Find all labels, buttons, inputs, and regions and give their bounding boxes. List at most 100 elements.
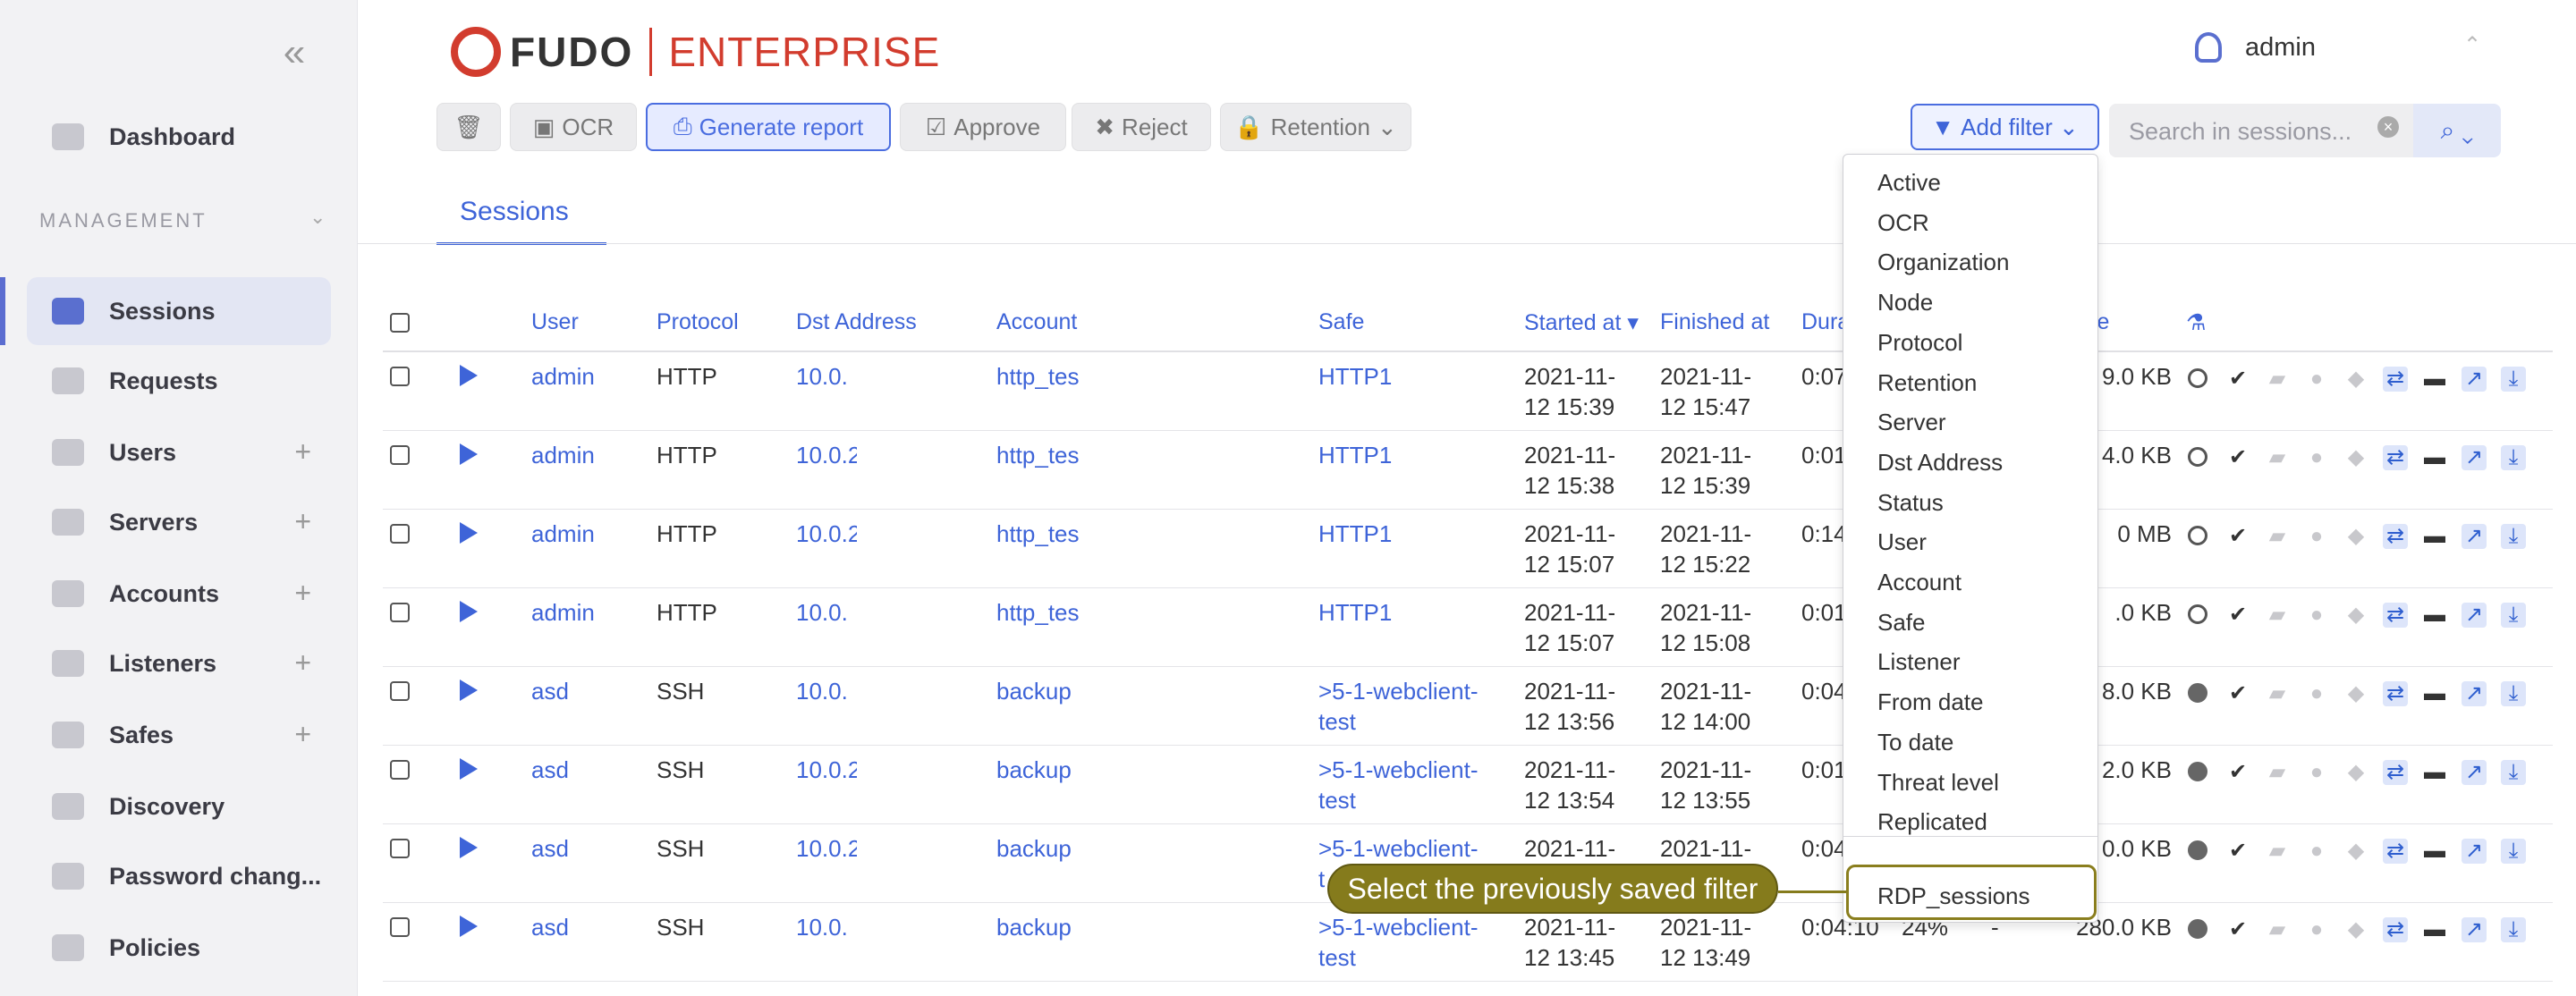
cell-dst-address[interactable]: 10.0.2 (796, 519, 857, 549)
share-icon[interactable]: ↗ (2462, 367, 2487, 392)
col-account[interactable]: Account (996, 309, 1077, 335)
download-icon[interactable]: ⤓ (2501, 839, 2526, 864)
filter-option-account[interactable]: Account (1877, 569, 1962, 596)
add-server-icon[interactable]: + (294, 507, 311, 536)
row-checkbox[interactable] (390, 603, 410, 622)
cell-account[interactable]: backup (996, 676, 1080, 706)
filter-option-listener[interactable]: Listener (1877, 648, 1961, 676)
row-checkbox[interactable] (390, 445, 410, 465)
folder-icon[interactable]: ▬ (2422, 524, 2447, 549)
col-finished-at[interactable]: Finished at (1660, 309, 1769, 335)
lock-icon[interactable]: ▰ (2265, 760, 2290, 785)
cell-account[interactable]: backup (996, 912, 1080, 942)
tag-icon[interactable]: ◆ (2343, 603, 2368, 628)
swap-icon[interactable]: ⇄ (2383, 839, 2408, 864)
filter-option-status[interactable]: Status (1877, 489, 1944, 517)
cell-user[interactable]: admin (531, 440, 595, 470)
comment-icon[interactable]: ● (2304, 760, 2329, 785)
add-safe-icon[interactable]: + (294, 720, 311, 748)
lock-icon[interactable]: ▰ (2265, 917, 2290, 942)
folder-icon[interactable]: ▬ (2422, 603, 2447, 628)
cell-safe[interactable]: HTTP1 (1318, 440, 1533, 470)
check-icon[interactable]: ✔ (2225, 760, 2250, 785)
row-checkbox[interactable] (390, 917, 410, 937)
play-icon[interactable] (460, 522, 478, 544)
sidebar-item-password-changers[interactable]: Password chang... (27, 842, 331, 910)
lock-icon[interactable]: ▰ (2265, 524, 2290, 549)
cell-dst-address[interactable]: 10.0.2 (796, 440, 857, 470)
play-icon[interactable] (460, 758, 478, 780)
comment-icon[interactable]: ● (2304, 524, 2329, 549)
swap-icon[interactable]: ⇄ (2383, 760, 2408, 785)
cell-safe[interactable]: >5-1-webclient-test (1318, 755, 1533, 815)
comment-icon[interactable]: ● (2304, 681, 2329, 706)
sidebar-item-safes[interactable]: Safes + (27, 701, 331, 769)
add-listener-icon[interactable]: + (294, 648, 311, 677)
lock-icon[interactable]: ▰ (2265, 681, 2290, 706)
share-icon[interactable]: ↗ (2462, 760, 2487, 785)
folder-icon[interactable]: ▬ (2422, 917, 2447, 942)
search-button[interactable]: ⌕ ⌄ (2413, 104, 2501, 157)
col-protocol[interactable]: Protocol (657, 309, 739, 335)
swap-icon[interactable]: ⇄ (2383, 367, 2408, 392)
play-icon[interactable] (460, 365, 478, 386)
cell-user[interactable]: asd (531, 755, 569, 785)
col-user[interactable]: User (531, 309, 579, 335)
cell-safe[interactable]: >5-1-webclient-test (1318, 912, 1533, 973)
check-icon[interactable]: ✔ (2225, 524, 2250, 549)
play-icon[interactable] (460, 837, 478, 858)
filter-option-organization[interactable]: Organization (1877, 249, 2009, 276)
approve-button[interactable]: ☑ Approve (900, 103, 1066, 151)
row-checkbox[interactable] (390, 760, 410, 780)
ocr-button[interactable]: ▣ OCR (510, 103, 637, 151)
saved-filter-rdp-sessions[interactable]: RDP_sessions (1877, 882, 2030, 910)
tag-icon[interactable]: ◆ (2343, 760, 2368, 785)
folder-icon[interactable]: ▬ (2422, 445, 2447, 470)
tag-icon[interactable]: ◆ (2343, 445, 2368, 470)
add-account-icon[interactable]: + (294, 578, 311, 607)
cell-safe[interactable]: HTTP1 (1318, 597, 1533, 628)
cell-user[interactable]: asd (531, 676, 569, 706)
play-icon[interactable] (460, 916, 478, 937)
tag-icon[interactable]: ◆ (2343, 367, 2368, 392)
search-input[interactable]: Search in sessions... × (2109, 104, 2413, 157)
cell-user[interactable]: admin (531, 597, 595, 628)
comment-icon[interactable]: ● (2304, 367, 2329, 392)
swap-icon[interactable]: ⇄ (2383, 445, 2408, 470)
row-checkbox[interactable] (390, 367, 410, 386)
row-checkbox[interactable] (390, 524, 410, 544)
row-checkbox[interactable] (390, 839, 410, 858)
play-icon[interactable] (460, 443, 478, 465)
tag-icon[interactable]: ◆ (2343, 839, 2368, 864)
check-icon[interactable]: ✔ (2225, 445, 2250, 470)
generate-report-button[interactable]: ⎙ Generate report (646, 103, 891, 151)
sidebar-item-requests[interactable]: Requests (27, 347, 331, 415)
folder-icon[interactable]: ▬ (2422, 760, 2447, 785)
cell-user[interactable]: asd (531, 912, 569, 942)
folder-icon[interactable]: ▬ (2422, 681, 2447, 706)
cell-dst-address[interactable]: 10.0. (796, 597, 857, 628)
col-started-at[interactable]: Started at ▾ (1524, 309, 1639, 336)
cell-account[interactable]: http_tes (996, 361, 1080, 392)
cell-safe[interactable]: HTTP1 (1318, 361, 1533, 392)
clear-icon[interactable]: × (2377, 116, 2399, 138)
cell-account[interactable]: http_tes (996, 440, 1080, 470)
comment-icon[interactable]: ● (2304, 445, 2329, 470)
sidebar-item-sessions[interactable]: Sessions (27, 277, 331, 345)
lock-icon[interactable]: ▰ (2265, 367, 2290, 392)
swap-icon[interactable]: ⇄ (2383, 917, 2408, 942)
add-filter-button[interactable]: ▼ Add filter ⌄ (1911, 104, 2099, 150)
filter-option-user[interactable]: User (1877, 528, 1927, 556)
share-icon[interactable]: ↗ (2462, 445, 2487, 470)
filter-option-from-date[interactable]: From date (1877, 688, 1984, 716)
filter-option-threat-level[interactable]: Threat level (1877, 769, 1999, 797)
download-icon[interactable]: ⤓ (2501, 917, 2526, 942)
select-all-checkbox[interactable] (390, 313, 410, 333)
check-icon[interactable]: ✔ (2225, 839, 2250, 864)
collapse-sidebar-icon[interactable]: « (279, 33, 309, 72)
cell-account[interactable]: http_tes (996, 597, 1080, 628)
download-icon[interactable]: ⤓ (2501, 681, 2526, 706)
delete-button[interactable]: 🗑 (436, 103, 501, 151)
cell-account[interactable]: backup (996, 755, 1080, 785)
play-icon[interactable] (460, 601, 478, 622)
